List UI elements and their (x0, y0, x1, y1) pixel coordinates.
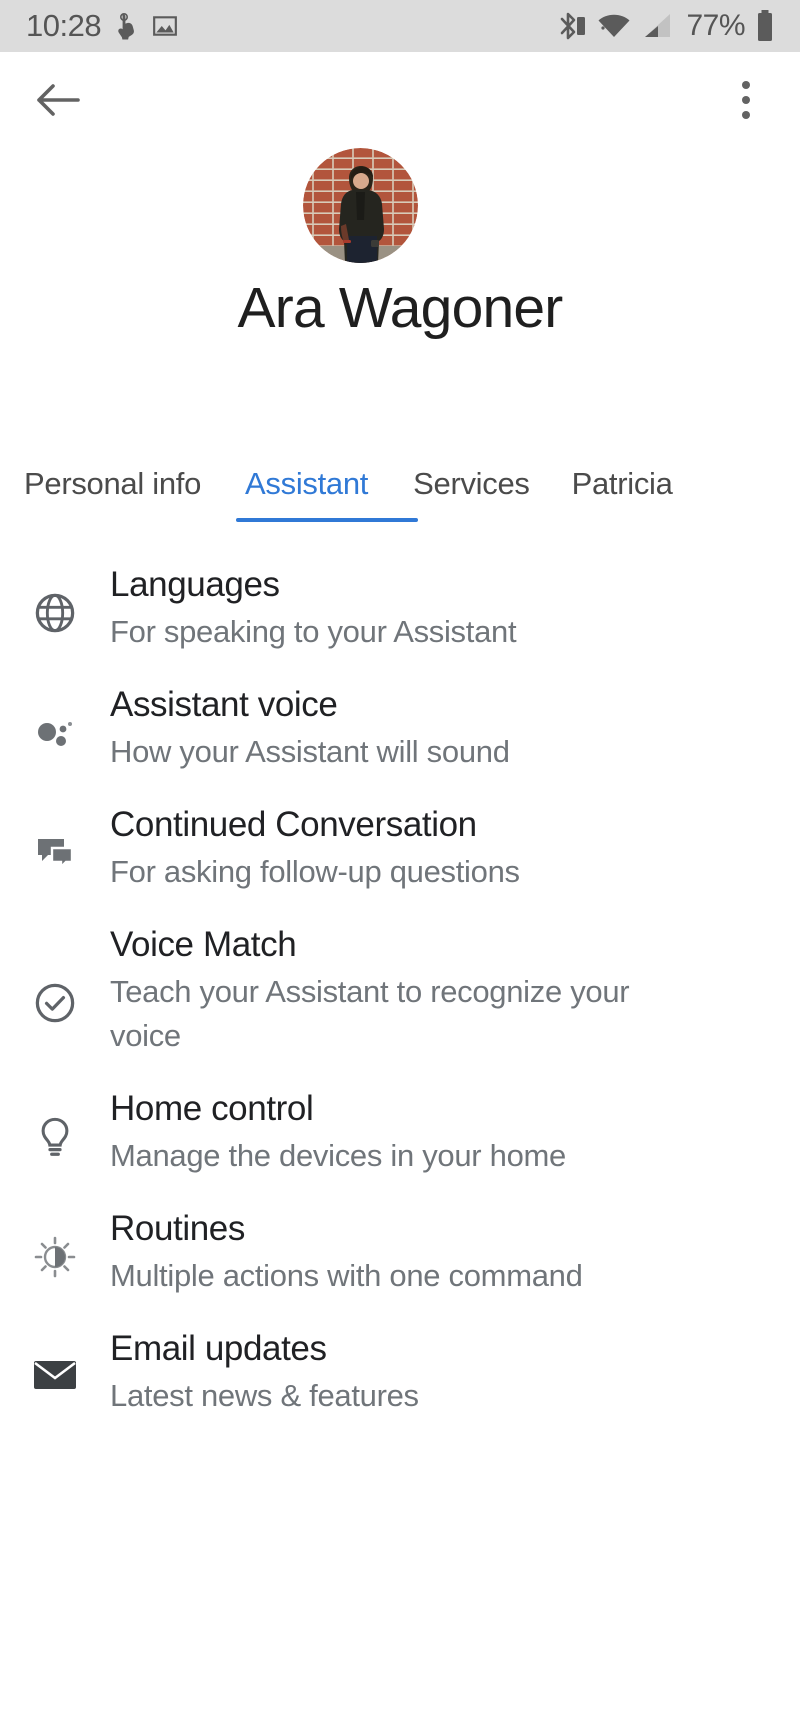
tab-personal-info[interactable]: Personal info (24, 462, 201, 506)
list-item-subtitle: For asking follow-up questions (110, 854, 520, 889)
status-bar-clock: 10:28 (26, 8, 102, 43)
more-vertical-icon (742, 81, 750, 89)
globe-icon (0, 562, 110, 636)
list-item-text: Languages For speaking to your Assistant (110, 562, 776, 654)
list-item-subtitle: For speaking to your Assistant (110, 614, 517, 649)
tab-patricia[interactable]: Patricia (572, 462, 673, 506)
list-item-routines[interactable]: Routines Multiple actions with one comma… (0, 1192, 800, 1312)
list-item-continued-conversation[interactable]: Continued Conversation For asking follow… (0, 788, 800, 908)
assistant-dots-icon (0, 682, 110, 756)
more-vertical-icon-dot (742, 96, 750, 104)
avatar[interactable] (303, 148, 418, 263)
list-item-email-updates[interactable]: Email updates Latest news & features (0, 1312, 800, 1432)
assistant-settings-list: Languages For speaking to your Assistant… (0, 548, 800, 1432)
list-item-title: Home control (110, 1089, 314, 1128)
cell-signal-icon (642, 12, 672, 40)
list-item-subtitle: Manage the devices in your home (110, 1138, 566, 1173)
list-item-text: Assistant voice How your Assistant will … (110, 682, 776, 774)
status-bar: 10:28 77% (0, 0, 800, 52)
chat-bubbles-icon (0, 802, 110, 876)
envelope-icon (0, 1326, 110, 1394)
list-item-subtitle: Multiple actions with one command (110, 1258, 583, 1293)
list-item-subtitle: How your Assistant will sound (110, 734, 510, 769)
tab-services[interactable]: Services (413, 462, 530, 506)
list-item-title: Voice Match (110, 925, 297, 964)
list-item-voice-match[interactable]: Voice Match Teach your Assistant to reco… (0, 908, 800, 1072)
list-item-text: Email updates Latest news & features (110, 1326, 776, 1418)
overflow-menu-button[interactable] (718, 70, 774, 130)
list-item-assistant-voice[interactable]: Assistant voice How your Assistant will … (0, 668, 800, 788)
wifi-icon (597, 12, 631, 40)
list-item-text: Voice Match Teach your Assistant to reco… (110, 922, 776, 1058)
tab-bar: Personal info Assistant Services Patrici… (0, 462, 800, 522)
tab-assistant[interactable]: Assistant (245, 462, 368, 506)
list-item-home-control[interactable]: Home control Manage the devices in your … (0, 1072, 800, 1192)
list-item-subtitle: Teach your Assistant to recognize your v… (110, 974, 630, 1053)
list-item-text: Continued Conversation For asking follow… (110, 802, 776, 894)
list-item-subtitle: Latest news & features (110, 1378, 419, 1413)
back-arrow-icon (35, 80, 81, 120)
app-bar (0, 52, 800, 148)
list-item-title: Routines (110, 1209, 245, 1248)
list-item-text: Routines Multiple actions with one comma… (110, 1206, 776, 1298)
page-title: Ara Wagoner (237, 276, 564, 340)
active-tab-indicator (236, 518, 418, 522)
battery-percent-label: 77% (686, 9, 745, 42)
list-item-text: Home control Manage the devices in your … (110, 1086, 776, 1178)
list-item-title: Languages (110, 565, 280, 604)
check-circle-icon (0, 922, 110, 1026)
lightbulb-icon (0, 1086, 110, 1160)
list-item-title: Email updates (110, 1329, 327, 1368)
touch-pointer-icon (117, 12, 139, 40)
image-icon (152, 13, 178, 39)
back-button[interactable] (28, 70, 88, 130)
phone-screen: 10:28 77% Ara Wagoner Personal info Assi… (0, 0, 800, 1734)
battery-icon (756, 10, 774, 42)
more-vertical-icon-dot (742, 111, 750, 119)
list-item-languages[interactable]: Languages For speaking to your Assistant (0, 548, 800, 668)
list-item-title: Assistant voice (110, 685, 338, 724)
bluetooth-icon (556, 10, 586, 42)
list-item-title: Continued Conversation (110, 805, 477, 844)
brightness-icon (0, 1206, 110, 1280)
